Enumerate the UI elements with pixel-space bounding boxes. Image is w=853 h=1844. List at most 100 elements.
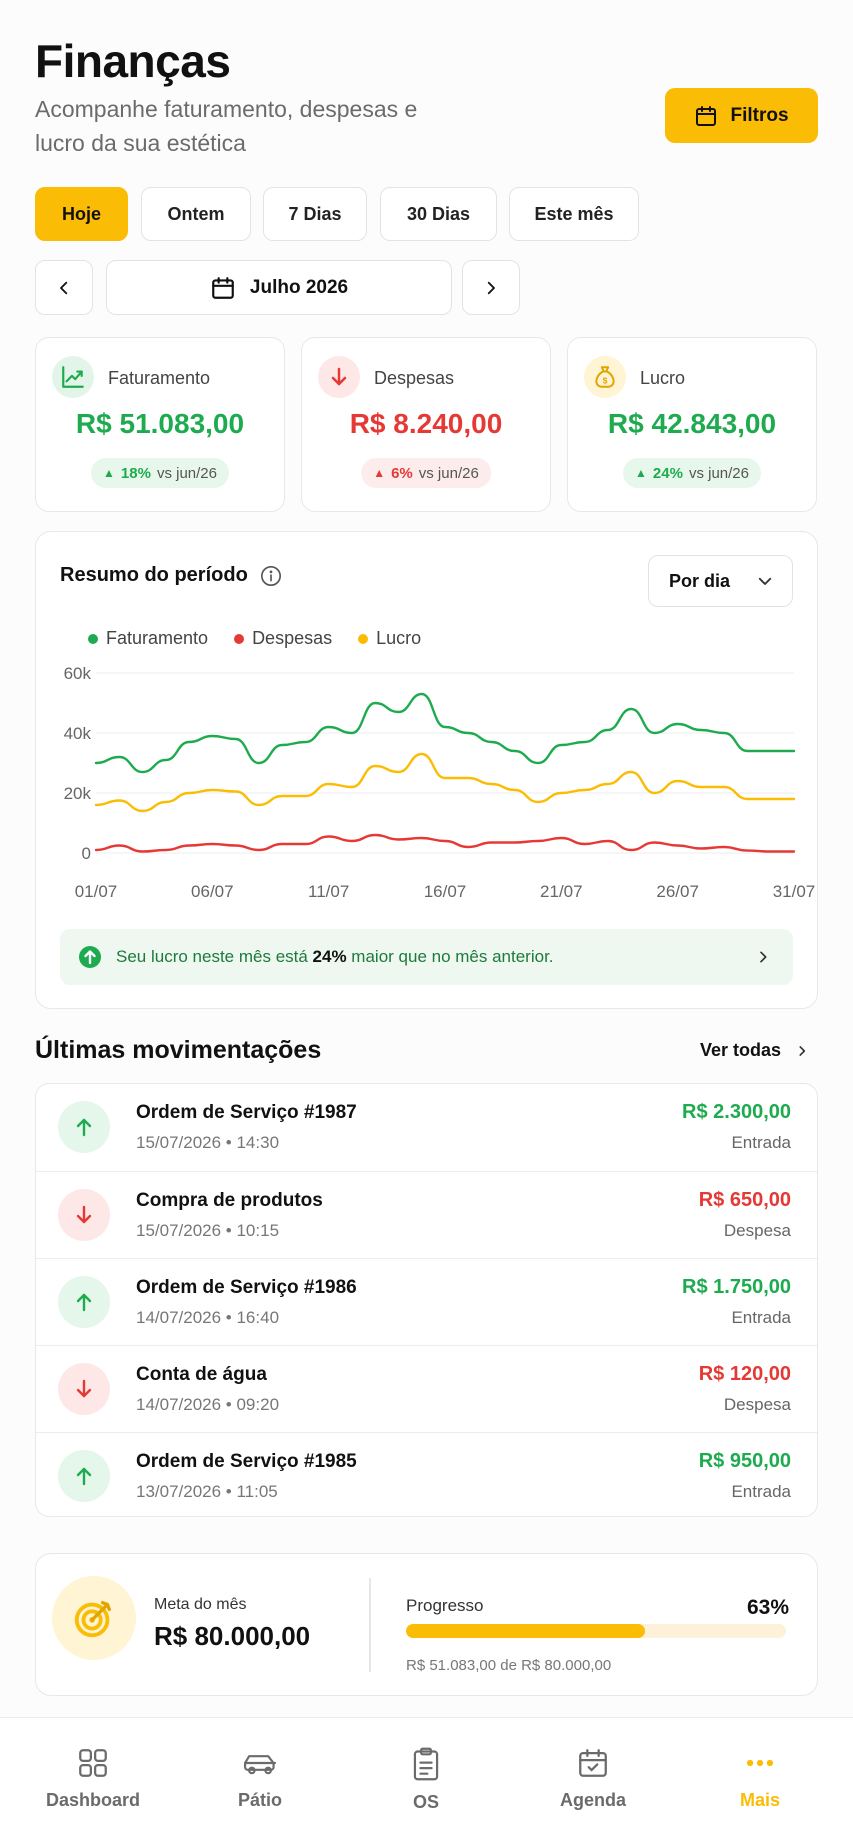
month-selector[interactable]: Julho 2026 — [106, 260, 452, 315]
clipboard-icon — [413, 1747, 439, 1781]
granularity-value: Por dia — [669, 570, 731, 591]
kpi-label: Faturamento — [108, 368, 211, 388]
info-icon[interactable] — [260, 565, 282, 587]
tab-os[interactable]: OS — [356, 1746, 496, 1813]
chevron-left-icon — [60, 281, 68, 294]
tab-agenda[interactable]: Agenda — [523, 1746, 663, 1811]
kpi-compare: vs jun/26 — [156, 464, 217, 482]
chevron-right-icon — [799, 1045, 806, 1056]
legend-item-despesas: Despesas — [234, 628, 332, 649]
divider — [369, 1578, 371, 1672]
period-chip-ontem[interactable]: Ontem — [141, 187, 251, 241]
insight-prefix: Seu lucro neste mês está — [116, 947, 313, 966]
movement-name: Ordem de Serviço #1985 — [136, 1451, 357, 1472]
grid-icon — [79, 1749, 107, 1777]
progress-detail: R$ 51.083,00 de R$ 80.000,00 — [406, 1657, 612, 1674]
money-bag-icon: $ — [584, 356, 626, 398]
movement-name: Ordem de Serviço #1986 — [136, 1277, 357, 1298]
see-all-label: Ver todas — [700, 1040, 782, 1060]
summary-chart-card: Resumo do período Por dia Faturamento De… — [35, 531, 818, 1009]
legend-label: Despesas — [252, 628, 333, 648]
insight-suffix: maior que no mês anterior. — [346, 947, 554, 966]
progress-bar — [406, 1624, 786, 1638]
page-title: Finanças — [35, 35, 231, 87]
y-tick-label: 60k — [64, 664, 92, 683]
legend-dot — [358, 633, 369, 644]
movement-row[interactable]: Conta de água 14/07/2026 • 09:20 R$ 120,00… — [36, 1345, 817, 1432]
kpi-card-despesas[interactable]: Despesas R$ 8.240,00 ▲ 6% vs jun/26 — [301, 337, 551, 512]
movement-date: 14/07/2026 • 16:40 — [136, 1308, 280, 1327]
movement-row[interactable]: Compra de produtos 15/07/2026 • 10:15 R$ 6… — [36, 1171, 817, 1258]
arrow-up-icon — [58, 1101, 110, 1153]
previous-month-button[interactable] — [35, 260, 93, 315]
kpi-label: Lucro — [640, 368, 686, 388]
kpi-card-lucro[interactable]: $ Lucro R$ 42.843,00 ▲ 24% vs jun/26 — [567, 337, 817, 512]
insight-text: Seu lucro neste mês está 24% maior que n… — [116, 947, 755, 967]
calendar-icon — [696, 105, 717, 126]
movement-type: Entrada — [731, 1308, 791, 1327]
filters-label: Filtros — [730, 104, 789, 126]
next-month-button[interactable] — [462, 260, 520, 315]
tab-dashboard[interactable]: Dashboard — [23, 1746, 163, 1811]
more-icon — [746, 1759, 774, 1767]
movement-row[interactable]: Ordem de Serviço #1987 15/07/2026 • 14:30… — [36, 1084, 817, 1171]
period-chip-este-mes[interactable]: Este mês — [509, 187, 639, 241]
goal-card: Meta do mês R$ 80.000,00 Progresso 63% R… — [35, 1553, 818, 1696]
kpi-value: R$ 42.843,00 — [607, 408, 777, 439]
chevron-down-icon — [758, 577, 772, 585]
filters-button[interactable]: Filtros — [665, 88, 818, 143]
goal-value: R$ 80.000,00 — [154, 1621, 311, 1651]
movement-date: 15/07/2026 • 14:30 — [136, 1133, 280, 1152]
movement-row[interactable]: Ordem de Serviço #1986 14/07/2026 • 16:40… — [36, 1258, 817, 1345]
movement-amount: R$ 2.300,00 — [682, 1101, 791, 1123]
movement-row[interactable]: Ordem de Serviço #1985 13/07/2026 • 11:05… — [36, 1432, 817, 1516]
kpi-value: R$ 8.240,00 — [349, 408, 503, 439]
arrow-up-icon — [58, 1276, 110, 1328]
movement-type: Entrada — [731, 1482, 791, 1501]
calendar-icon — [212, 276, 234, 299]
legend-item-lucro: Lucro — [358, 628, 421, 649]
x-tick-label: 06/07 — [191, 882, 234, 901]
movement-type: Despesa — [723, 1395, 791, 1414]
movement-name: Compra de produtos — [136, 1190, 323, 1211]
legend-dot — [88, 633, 98, 644]
kpi-card-faturamento[interactable]: Faturamento R$ 51.083,00 ▲ 18% vs jun/26 — [35, 337, 285, 512]
finance-screen: Finanças Acompanhe faturamento, despesas… — [0, 0, 853, 1844]
arrow-up-circle-icon — [79, 946, 101, 968]
movement-amount: R$ 650,00 — [698, 1189, 791, 1211]
chart-legend: Faturamento Despesas Lucro — [88, 628, 421, 649]
legend-item-faturamento: Faturamento — [88, 628, 208, 649]
target-icon — [52, 1576, 136, 1660]
y-tick-label: 40k — [64, 724, 92, 743]
movement-name: Ordem de Serviço #1987 — [136, 1102, 357, 1123]
kpi-change-badge: ▲ 6% vs jun/26 — [361, 458, 491, 488]
series-line-lucro — [94, 752, 796, 813]
tab-patio[interactable]: Pátio — [190, 1746, 330, 1811]
svg-text:$: $ — [603, 376, 608, 386]
period-chip-30-dias[interactable]: 30 Dias — [380, 187, 497, 241]
movement-date: 15/07/2026 • 10:15 — [136, 1221, 280, 1240]
tab-label: Agenda — [559, 1790, 626, 1810]
period-chip-7-dias[interactable]: 7 Dias — [263, 187, 367, 241]
movement-date: 14/07/2026 • 09:20 — [136, 1395, 280, 1414]
x-tick-label: 16/07 — [424, 882, 467, 901]
series-line-despesas — [94, 833, 796, 853]
chart-title-text: Resumo do período — [60, 564, 248, 586]
granularity-dropdown[interactable]: Por dia — [648, 555, 793, 607]
arrow-down-icon — [58, 1189, 110, 1241]
insight-banner[interactable]: Seu lucro neste mês está 24% maior que n… — [60, 929, 793, 985]
see-all-link[interactable]: Ver todas — [700, 1040, 809, 1061]
x-tick-label: 11/07 — [308, 882, 349, 901]
movement-amount: R$ 1.750,00 — [682, 1276, 791, 1298]
movements-title: Últimas movimentações — [35, 1036, 322, 1064]
tab-label: Dashboard — [45, 1790, 141, 1810]
x-tick-label: 01/07 — [75, 882, 118, 901]
arrow-up-icon — [58, 1450, 110, 1502]
x-tick-label: 21/07 — [540, 882, 583, 901]
chevron-right-icon — [487, 281, 495, 294]
period-chip-hoje[interactable]: Hoje — [35, 187, 128, 241]
tab-mais[interactable]: Mais — [690, 1746, 830, 1811]
movement-name: Conta de água — [136, 1364, 267, 1385]
month-label: Julho 2026 — [249, 276, 349, 298]
bottom-navigation: Dashboard Pátio OS Agenda Mais — [0, 1717, 853, 1844]
